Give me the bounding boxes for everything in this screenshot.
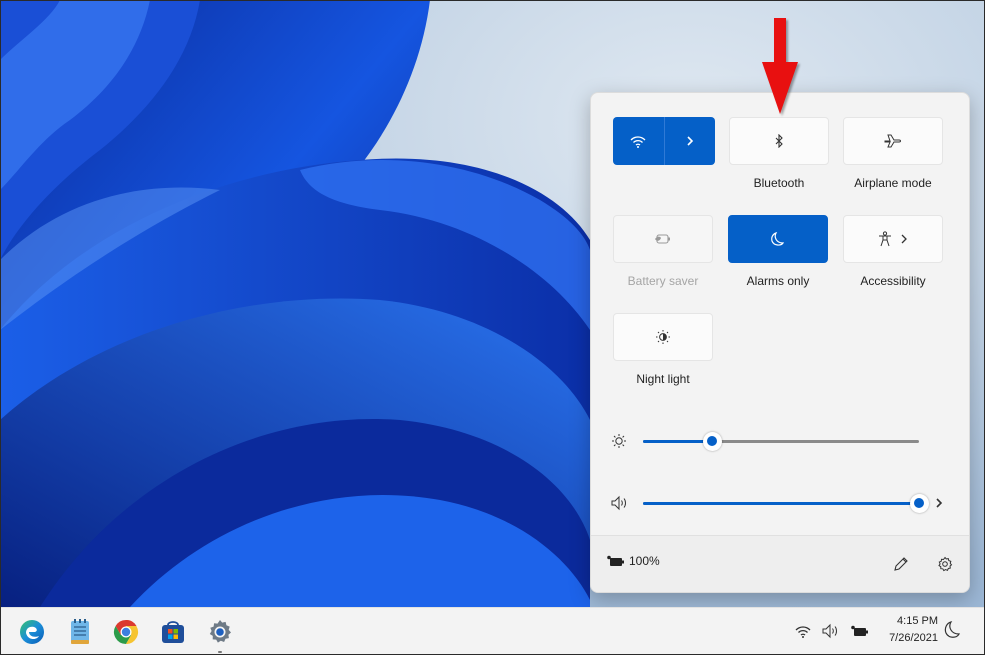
wifi-icon [630, 135, 646, 148]
accessibility-icon [879, 231, 891, 247]
settings-icon [209, 620, 231, 643]
battery-icon [850, 625, 868, 636]
chevron-right-icon [936, 498, 943, 508]
bluetooth-icon [775, 134, 783, 148]
system-tray[interactable] [790, 616, 874, 646]
taskbar-app-notepad[interactable] [64, 616, 96, 648]
wifi-tile [613, 117, 715, 165]
taskbar: 4:15 PM 7/26/2021 [0, 607, 985, 655]
moon-icon [944, 621, 960, 638]
clock-time: 4:15 PM [897, 615, 938, 627]
battery-saver-icon [655, 234, 670, 244]
night-light-tile[interactable] [613, 313, 713, 361]
notepad-icon [71, 619, 89, 644]
store-icon [162, 621, 184, 643]
night-light-label: Night light [636, 372, 690, 386]
taskbar-app-settings[interactable] [204, 616, 236, 653]
focus-assist-button[interactable] [944, 620, 962, 645]
speaker-icon [822, 623, 837, 639]
settings-button[interactable] [935, 554, 955, 574]
night-light-icon [656, 330, 670, 344]
brightness-slider[interactable] [643, 431, 919, 451]
running-indicator [218, 651, 222, 653]
taskbar-app-store[interactable] [157, 616, 189, 648]
alarms-only-label: Alarms only [746, 274, 810, 288]
wifi-icon [795, 625, 811, 638]
airplane-mode-tile[interactable] [843, 117, 943, 165]
chevron-right-icon [901, 234, 907, 244]
pencil-icon [894, 557, 908, 571]
gear-icon [938, 556, 953, 572]
alarms-only-tile[interactable] [728, 215, 828, 263]
battery-charging-icon [607, 555, 624, 566]
accessibility-tile[interactable] [843, 215, 943, 263]
edge-icon [20, 620, 44, 644]
brightness-thumb[interactable] [702, 431, 722, 451]
bluetooth-tile[interactable] [729, 117, 829, 165]
taskbar-app-chrome[interactable] [110, 616, 142, 648]
battery-saver-tile[interactable] [613, 215, 713, 263]
volume-expand-button[interactable] [931, 495, 947, 511]
annotation-arrow [762, 18, 798, 114]
bluetooth-label: Bluetooth [753, 176, 805, 190]
battery-percent: 100% [629, 554, 660, 568]
clock-date: 7/26/2021 [889, 632, 938, 644]
speaker-icon [611, 495, 626, 511]
volume-slider-row [611, 493, 951, 513]
airplane-mode-label: Airplane mode [854, 176, 932, 190]
taskbar-clock[interactable]: 4:15 PM 7/26/2021 [876, 613, 938, 647]
chevron-right-icon [687, 136, 693, 146]
wifi-expand-button[interactable] [663, 117, 716, 165]
taskbar-app-edge[interactable] [16, 616, 48, 648]
quick-settings-panel: Bluetooth Airplane mode Battery saver Al… [590, 92, 970, 593]
battery-saver-label: Battery saver [627, 274, 699, 288]
moon-icon [771, 231, 785, 246]
battery-status[interactable]: 100% [607, 554, 660, 568]
volume-slider[interactable] [643, 493, 929, 513]
chrome-icon [113, 620, 139, 644]
volume-fill [643, 501, 919, 505]
brightness-slider-row [611, 431, 951, 451]
volume-thumb[interactable] [909, 493, 929, 513]
airplane-icon [884, 134, 901, 148]
accessibility-label: Accessibility [860, 274, 926, 288]
sun-icon [612, 434, 626, 448]
brightness-fill [643, 439, 712, 443]
quick-settings-footer: 100% [591, 535, 969, 592]
edit-quick-settings-button[interactable] [891, 554, 911, 574]
wifi-toggle-button[interactable] [613, 117, 664, 165]
